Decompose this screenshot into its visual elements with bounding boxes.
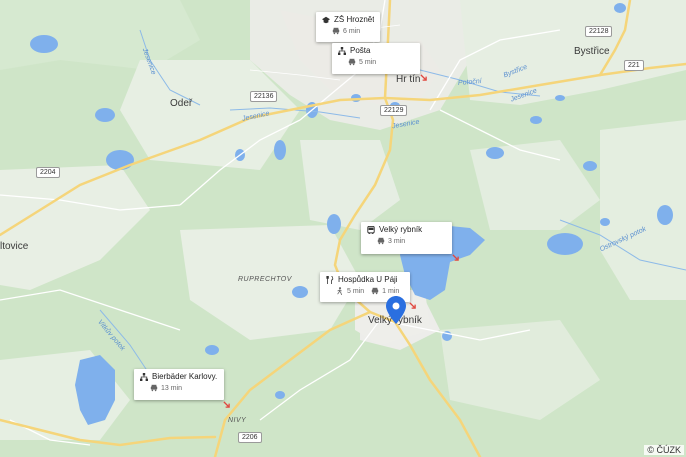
poi-travel-time: 13 min xyxy=(161,384,183,392)
arrow-icon xyxy=(452,254,459,261)
poi-card-spa[interactable]: Bierbäder Karlovy... 13 min xyxy=(134,369,224,400)
location-pin-icon[interactable] xyxy=(386,296,406,324)
poi-travel-time: 1 min xyxy=(382,287,400,295)
poi-travel-time: 6 min xyxy=(343,27,361,35)
car-icon xyxy=(150,384,158,392)
road-shield: 221 xyxy=(624,60,644,71)
poi-travel-time: 3 min xyxy=(388,237,406,245)
poi-title: Pošta xyxy=(350,46,371,55)
town-label-bystrice: Bystřice xyxy=(574,46,610,57)
road-shield: 22129 xyxy=(380,105,408,116)
area-label-nivy: NIVY xyxy=(228,417,247,424)
car-icon xyxy=(332,27,340,35)
arrow-icon xyxy=(420,74,427,81)
poi-title: Bierbäder Karlovy... xyxy=(152,372,218,381)
graduation-cap-icon xyxy=(322,16,330,23)
road-shield: 2204 xyxy=(36,167,60,178)
bus-icon xyxy=(367,225,375,234)
poi-walk-time: 5 min xyxy=(347,287,365,295)
town-label-oder: Odeř xyxy=(170,98,193,109)
area-label-ruprechtov: RUPRECHTOV xyxy=(238,276,292,283)
walker-icon xyxy=(337,287,342,295)
poi-travel-time: 5 min xyxy=(359,58,377,66)
car-icon xyxy=(348,58,356,66)
sitemap-icon xyxy=(140,372,148,381)
town-label-ltovice: ltovice xyxy=(0,241,29,252)
car-icon xyxy=(371,287,379,295)
poi-title: ZŠ Hroznětín xyxy=(334,15,374,24)
fork-knife-icon xyxy=(326,275,334,284)
poi-title: Velký rybník xyxy=(379,225,423,234)
car-icon xyxy=(377,237,385,245)
road-shield: 22136 xyxy=(250,91,278,102)
town-label-hroznetin: Hr tín xyxy=(396,74,421,85)
road-shield: 2206 xyxy=(238,432,262,443)
sitemap-icon xyxy=(338,46,346,55)
poi-card-bus-stop[interactable]: Velký rybník 3 min xyxy=(361,222,452,254)
poi-card-school[interactable]: ZŠ Hroznětín 6 min xyxy=(316,12,380,42)
poi-title: Hospůdka U Páji xyxy=(338,275,398,284)
poi-card-post[interactable]: Pošta 5 min xyxy=(332,43,420,74)
road-shield: 22128 xyxy=(585,26,613,37)
copyright-notice: © ČÚZK xyxy=(644,445,684,455)
arrow-icon xyxy=(223,401,230,408)
arrow-icon xyxy=(409,302,416,309)
